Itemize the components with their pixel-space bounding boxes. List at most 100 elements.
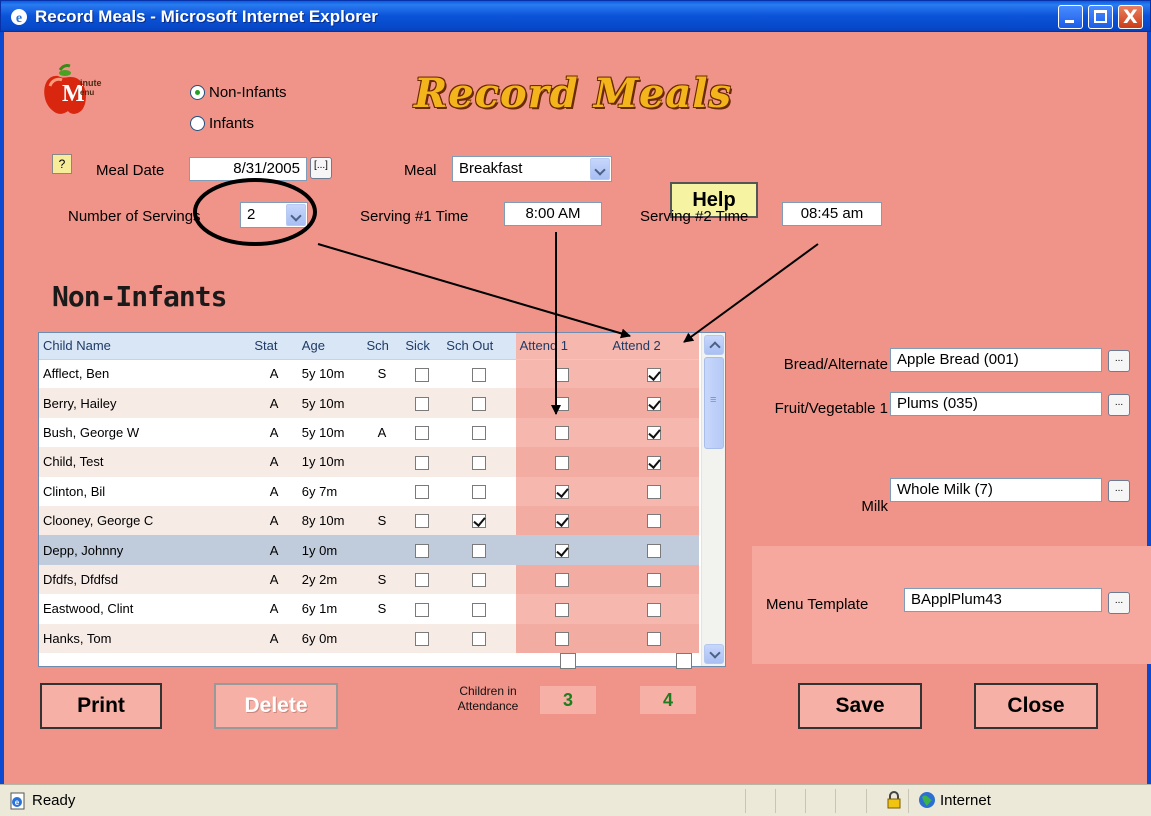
sick-checkbox[interactable] — [414, 573, 429, 588]
select-all-attend-1-checkbox[interactable] — [560, 653, 576, 670]
sick-checkbox[interactable] — [414, 485, 429, 500]
attend-2-checkbox[interactable] — [646, 543, 661, 558]
attend-1-checkbox[interactable] — [554, 455, 569, 470]
scroll-down-icon[interactable] — [704, 644, 724, 664]
sch-out-checkbox[interactable] — [471, 631, 486, 646]
table-row[interactable]: Afflect, Ben A 5y 10m S — [39, 359, 699, 389]
menu-template-input[interactable]: BApplPlum43 — [904, 588, 1102, 612]
attendance-label-line-1: Children in — [459, 684, 517, 698]
milk-browse-button[interactable]: ... — [1108, 480, 1130, 502]
column-header-name[interactable]: Child Name — [39, 333, 251, 360]
attend-1-checkbox[interactable] — [554, 602, 569, 617]
sick-checkbox[interactable] — [414, 367, 429, 382]
attend-2-checkbox[interactable] — [646, 573, 661, 588]
scroll-up-icon[interactable] — [704, 335, 724, 355]
sch-out-checkbox[interactable] — [471, 485, 486, 500]
sick-checkbox[interactable] — [414, 543, 429, 558]
radio-selected-indicator[interactable] — [190, 85, 205, 100]
column-header-sch-out[interactable]: Sch Out — [442, 333, 516, 360]
attend-1-checkbox[interactable] — [554, 396, 569, 411]
attend-1-checkbox[interactable] — [554, 514, 569, 529]
attend-2-checkbox[interactable] — [646, 426, 661, 441]
sick-checkbox[interactable] — [414, 426, 429, 441]
table-row[interactable]: Clinton, Bil A 6y 7m — [39, 476, 699, 506]
sick-checkbox[interactable] — [414, 631, 429, 646]
table-row[interactable]: Bush, George W A 5y 10m A — [39, 417, 699, 448]
child-name-cell: Depp, Johnny — [39, 535, 251, 565]
sch-out-checkbox[interactable] — [471, 367, 486, 382]
attend-2-checkbox[interactable] — [646, 485, 661, 500]
date-picker-button[interactable]: [...] — [310, 157, 332, 179]
sch-out-checkbox[interactable] — [471, 573, 486, 588]
meal-date-input[interactable]: 8/31/2005 — [189, 157, 307, 181]
minimize-icon — [1065, 20, 1074, 23]
radio-indicator[interactable] — [190, 116, 205, 131]
serving1-time-input[interactable]: 8:00 AM — [504, 202, 602, 226]
table-row[interactable]: Dfdfs, Dfdfsd A 2y 2m S — [39, 564, 699, 595]
sick-checkbox[interactable] — [414, 602, 429, 617]
column-header-sick[interactable]: Sick — [401, 333, 443, 360]
sick-checkbox[interactable] — [414, 455, 429, 470]
attend-1-checkbox[interactable] — [554, 426, 569, 441]
chevron-down-icon[interactable] — [286, 204, 306, 226]
sch-out-checkbox[interactable] — [471, 543, 486, 558]
delete-button[interactable]: Delete — [214, 683, 338, 729]
select-all-attend-2-checkbox[interactable] — [675, 653, 692, 670]
radio-non-infants[interactable]: Non-Infants — [190, 84, 287, 101]
table-row[interactable]: Clooney, George C A 8y 10m S — [39, 505, 699, 536]
bread-input[interactable]: Apple Bread (001) — [890, 348, 1102, 372]
column-header-sch[interactable]: Sch — [362, 333, 402, 360]
attend-1-checkbox[interactable] — [554, 367, 569, 382]
attend-1-checkbox[interactable] — [554, 543, 569, 558]
sch-out-checkbox[interactable] — [471, 455, 486, 470]
attend-2-checkbox[interactable] — [646, 367, 661, 382]
lock-icon — [887, 791, 901, 809]
attend-2-checkbox[interactable] — [646, 455, 661, 470]
sch-out-checkbox[interactable] — [471, 426, 486, 441]
table-row[interactable]: Eastwood, Clint A 6y 1m S — [39, 594, 699, 624]
meal-select[interactable]: Breakfast — [452, 156, 612, 182]
table-scrollbar[interactable] — [701, 333, 725, 666]
close-button[interactable]: Close — [974, 683, 1098, 729]
minute-menu-logo: M inute enu — [44, 64, 102, 114]
table-row[interactable]: Hanks, Tom A 6y 0m — [39, 623, 699, 653]
serving2-time-input[interactable]: 08:45 am — [782, 202, 882, 226]
bread-browse-button[interactable]: ... — [1108, 350, 1130, 372]
sick-checkbox[interactable] — [414, 514, 429, 529]
attend-1-checkbox[interactable] — [554, 573, 569, 588]
table-row[interactable]: Child, Test A 1y 10m — [39, 447, 699, 477]
column-header-attend-1[interactable]: Attend 1 — [515, 333, 609, 360]
sick-checkbox-cell — [401, 564, 443, 595]
sch-out-checkbox-cell — [442, 447, 516, 477]
minimize-button[interactable] — [1058, 5, 1083, 29]
save-button[interactable]: Save — [798, 683, 922, 729]
age-cell: 2y 2m — [297, 564, 363, 595]
sch-out-checkbox[interactable] — [471, 396, 486, 411]
radio-infants[interactable]: Infants — [190, 115, 254, 132]
attend-2-checkbox[interactable] — [646, 602, 661, 617]
fruit-input[interactable]: Plums (035) — [890, 392, 1102, 416]
maximize-button[interactable] — [1088, 5, 1113, 29]
attend-2-checkbox[interactable] — [646, 396, 661, 411]
attend-2-checkbox[interactable] — [646, 514, 661, 529]
question-help-button[interactable]: ? — [52, 154, 72, 174]
chevron-down-icon[interactable] — [590, 158, 610, 180]
milk-input[interactable]: Whole Milk (7) — [890, 478, 1102, 502]
close-window-button[interactable]: X — [1118, 5, 1143, 29]
fruit-browse-button[interactable]: ... — [1108, 394, 1130, 416]
column-header-stat[interactable]: Stat — [250, 333, 298, 360]
column-header-age[interactable]: Age — [297, 333, 363, 360]
table-row[interactable]: Depp, Johnny A 1y 0m — [39, 535, 699, 565]
print-button[interactable]: Print — [40, 683, 162, 729]
scroll-thumb[interactable] — [704, 357, 724, 449]
attend-1-checkbox[interactable] — [554, 631, 569, 646]
menu-template-browse-button[interactable]: ... — [1108, 592, 1130, 614]
column-header-attend-2[interactable]: Attend 2 — [608, 333, 699, 360]
attend-1-checkbox[interactable] — [554, 485, 569, 500]
sick-checkbox[interactable] — [414, 396, 429, 411]
table-row[interactable]: Berry, Hailey A 5y 10m — [39, 388, 699, 418]
sch-out-checkbox[interactable] — [471, 514, 486, 529]
attend-2-checkbox[interactable] — [646, 631, 661, 646]
servings-select[interactable]: 2 — [240, 202, 308, 228]
sch-out-checkbox[interactable] — [471, 602, 486, 617]
